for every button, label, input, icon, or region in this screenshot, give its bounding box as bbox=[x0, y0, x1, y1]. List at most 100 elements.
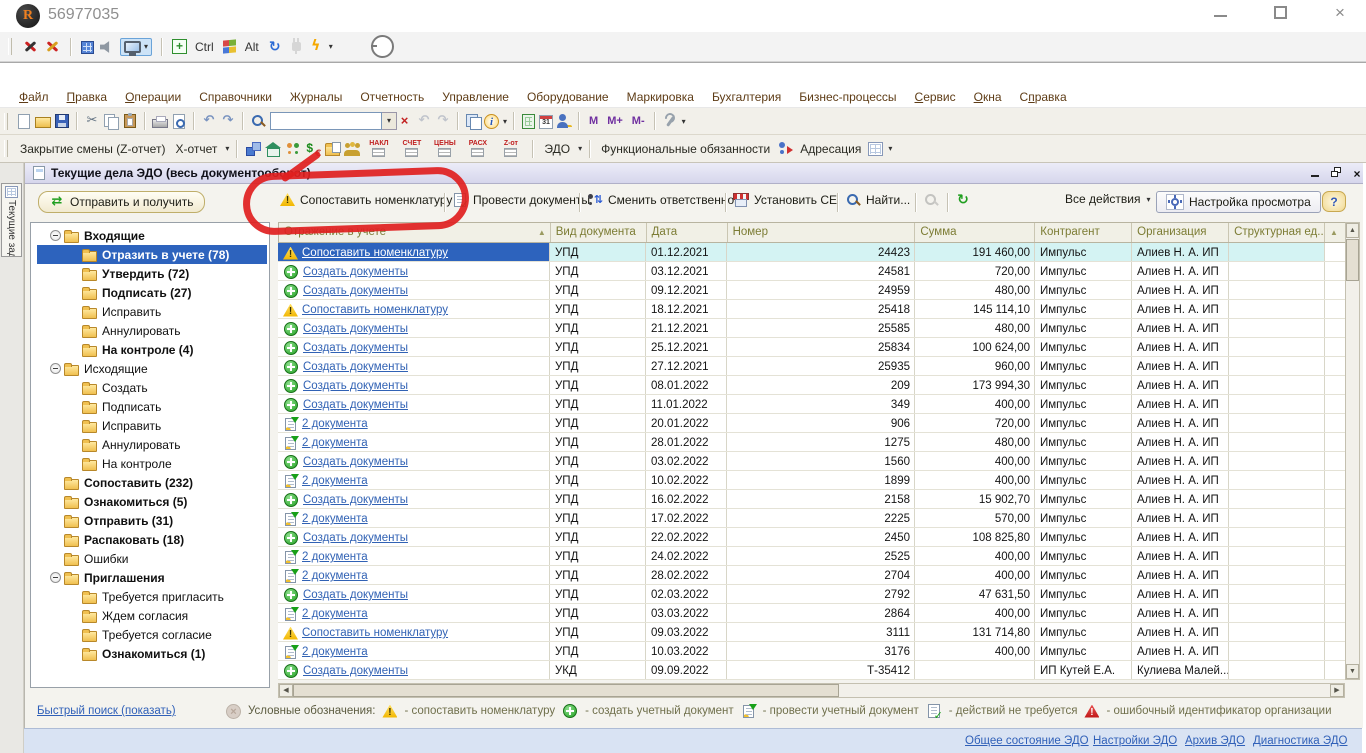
menu-Журналы[interactable]: Журналы bbox=[281, 88, 351, 106]
redo-icon[interactable] bbox=[220, 113, 236, 129]
remote-minimize-button[interactable] bbox=[1206, 8, 1234, 26]
expander-icon[interactable] bbox=[50, 363, 61, 374]
footer-link-3[interactable]: Архив ЭДО bbox=[1185, 735, 1245, 747]
expander-icon[interactable] bbox=[50, 230, 61, 241]
row-action-link[interactable]: Создать документы bbox=[303, 589, 408, 601]
column-header-2[interactable]: Вид документа bbox=[551, 223, 647, 242]
table-row[interactable]: Создать документыУПД16.02.2022215815 902… bbox=[278, 490, 1345, 509]
edo-restore-button[interactable] bbox=[1328, 166, 1344, 179]
row-action-link[interactable]: Сопоставить номенклатуру bbox=[302, 247, 448, 259]
row-action-link[interactable]: Создать документы bbox=[303, 456, 408, 468]
table-row[interactable]: Создать документыУПД03.02.20221560400,00… bbox=[278, 452, 1345, 471]
new-document-icon[interactable] bbox=[18, 114, 30, 129]
row-action-link[interactable]: 2 документа bbox=[302, 570, 368, 582]
tree-item[interactable]: На контроле bbox=[31, 454, 269, 473]
chevron-down-icon[interactable]: ▾ bbox=[888, 144, 892, 153]
toolbar-text-Alt[interactable]: Alt bbox=[243, 40, 261, 54]
minidoc-СЧЕТ[interactable]: СЧЕТ bbox=[397, 140, 426, 157]
search-q-icon[interactable] bbox=[250, 113, 266, 129]
tree-item[interactable]: Аннулировать bbox=[31, 435, 269, 454]
toolbar-text-М+[interactable]: М+ bbox=[604, 115, 626, 127]
footer-link-1[interactable]: Общее состояние ЭДО bbox=[965, 735, 1089, 747]
row-action-link[interactable]: 2 документа bbox=[302, 551, 368, 563]
table-row[interactable]: 2 документаУПД10.03.20223176400,00Импуль… bbox=[278, 642, 1345, 661]
func-duties-button[interactable]: Функциональные обязанности bbox=[598, 142, 773, 156]
row-action-link[interactable]: Создать документы bbox=[303, 361, 408, 373]
tree-item[interactable]: Исходящие bbox=[31, 359, 269, 378]
tree-item[interactable]: На контроле (4) bbox=[31, 340, 269, 359]
table-row[interactable]: 2 документаУПД24.02.20222525400,00Импуль… bbox=[278, 547, 1345, 566]
bolt-icon[interactable] bbox=[310, 39, 322, 55]
row-action-link[interactable]: Создать документы bbox=[303, 532, 408, 544]
all-actions-button[interactable]: Все действия ▾ bbox=[1065, 192, 1150, 206]
scroll-down-button[interactable]: ▼ bbox=[1346, 664, 1359, 679]
cut-icon[interactable] bbox=[84, 113, 100, 129]
x-report-button[interactable]: X-отчет bbox=[172, 142, 220, 156]
menu-Управление[interactable]: Управление bbox=[433, 88, 518, 106]
tree-item[interactable]: Аннулировать bbox=[31, 321, 269, 340]
change-responsible-button[interactable]: Сменить ответственного bbox=[587, 192, 745, 208]
combo-dropdown-button[interactable]: ▾ bbox=[382, 112, 397, 130]
info-icon[interactable] bbox=[484, 114, 499, 129]
tree-item[interactable]: Создать bbox=[31, 378, 269, 397]
edo-close-button[interactable]: × bbox=[1349, 167, 1365, 180]
row-action-link[interactable]: Создать документы bbox=[303, 399, 408, 411]
win-flag-icon[interactable] bbox=[222, 39, 237, 54]
wrench-icon[interactable] bbox=[662, 113, 678, 129]
minidoc-НАКЛ[interactable]: НАКЛ bbox=[364, 140, 393, 157]
scroll-left-button[interactable]: ◀ bbox=[279, 684, 293, 697]
remote-maximize-button[interactable] bbox=[1266, 6, 1294, 24]
row-action-link[interactable]: 2 документа bbox=[302, 437, 368, 449]
people-group-icon[interactable] bbox=[344, 141, 360, 157]
tree-item[interactable]: Приглашения bbox=[31, 568, 269, 587]
row-action-link[interactable]: 2 документа bbox=[302, 418, 368, 430]
table-row[interactable]: Сопоставить номенклатуруУПД18.12.2021254… bbox=[278, 300, 1345, 319]
table-row[interactable]: 2 документаУПД17.02.20222225570,00Импуль… bbox=[278, 509, 1345, 528]
post-documents-button[interactable]: Провести документы bbox=[452, 192, 590, 208]
row-action-link[interactable]: 2 документа bbox=[302, 475, 368, 487]
table-row[interactable]: Создать документыУПД08.01.2022209173 994… bbox=[278, 376, 1345, 395]
tree-item[interactable]: Исправить bbox=[31, 302, 269, 321]
edo-minimize-button[interactable] bbox=[1307, 167, 1323, 180]
column-header-6[interactable]: Контрагент bbox=[1035, 223, 1132, 242]
paste-icon[interactable] bbox=[124, 114, 136, 128]
folder-doc-icon[interactable] bbox=[325, 145, 340, 156]
toolbar-text-М[interactable]: М bbox=[586, 115, 601, 127]
tree-item[interactable]: Сопоставить (232) bbox=[31, 473, 269, 492]
table-row[interactable]: Создать документыУПД21.12.202125585480,0… bbox=[278, 319, 1345, 338]
plug-icon[interactable] bbox=[292, 42, 301, 51]
calendar-icon[interactable] bbox=[539, 115, 553, 129]
copy-icon[interactable] bbox=[103, 113, 119, 129]
remote-tools2-icon[interactable] bbox=[45, 39, 61, 55]
column-header-5[interactable]: Сумма bbox=[915, 223, 1035, 242]
tree-item[interactable]: Требуется пригласить bbox=[31, 587, 269, 606]
row-action-link[interactable]: 2 документа bbox=[302, 646, 368, 658]
table-row[interactable]: Сопоставить номенклатуруУПД09.03.2022311… bbox=[278, 623, 1345, 642]
people-icon[interactable] bbox=[285, 141, 301, 157]
row-action-link[interactable]: Создать документы bbox=[303, 665, 408, 677]
quick-search-link[interactable]: Быстрый поиск (показать) bbox=[37, 705, 176, 717]
footer-link-2[interactable]: Настройки ЭДО bbox=[1093, 735, 1177, 747]
table-row[interactable]: Создать документыУПД09.12.202124959480,0… bbox=[278, 281, 1345, 300]
match-nomenclature-button[interactable]: Сопоставить номенклатуру bbox=[280, 192, 452, 207]
scroll-right-button[interactable]: ▶ bbox=[1330, 684, 1344, 697]
side-tab-current-tasks[interactable]: Текущие задачи bbox=[1, 183, 22, 257]
addressing-button[interactable]: Адресация bbox=[797, 142, 864, 156]
menu-Справочники[interactable]: Справочники bbox=[190, 88, 281, 106]
find-button[interactable]: Найти... bbox=[845, 192, 910, 208]
table-row[interactable]: Создать документыУПД02.03.2022279247 631… bbox=[278, 585, 1345, 604]
menu-Операции[interactable]: Операции bbox=[116, 88, 190, 106]
tree-item[interactable]: Отправить (31) bbox=[31, 511, 269, 530]
combo-clear-button[interactable]: × bbox=[397, 112, 412, 130]
undo-icon[interactable] bbox=[201, 113, 217, 129]
row-action-link[interactable]: Создать документы bbox=[303, 285, 408, 297]
chevron-down-icon[interactable]: ▾ bbox=[225, 144, 229, 153]
tree-item[interactable]: Ошибки bbox=[31, 549, 269, 568]
print-preview-icon[interactable] bbox=[173, 114, 185, 129]
nav-forward-icon[interactable] bbox=[435, 113, 451, 129]
money-icon[interactable] bbox=[305, 141, 321, 157]
fullscreen-icon[interactable] bbox=[172, 39, 187, 54]
menu-Окна[interactable]: Окна bbox=[965, 88, 1011, 106]
store-icon[interactable] bbox=[265, 141, 281, 157]
chevron-down-icon[interactable]: ▾ bbox=[578, 144, 582, 153]
